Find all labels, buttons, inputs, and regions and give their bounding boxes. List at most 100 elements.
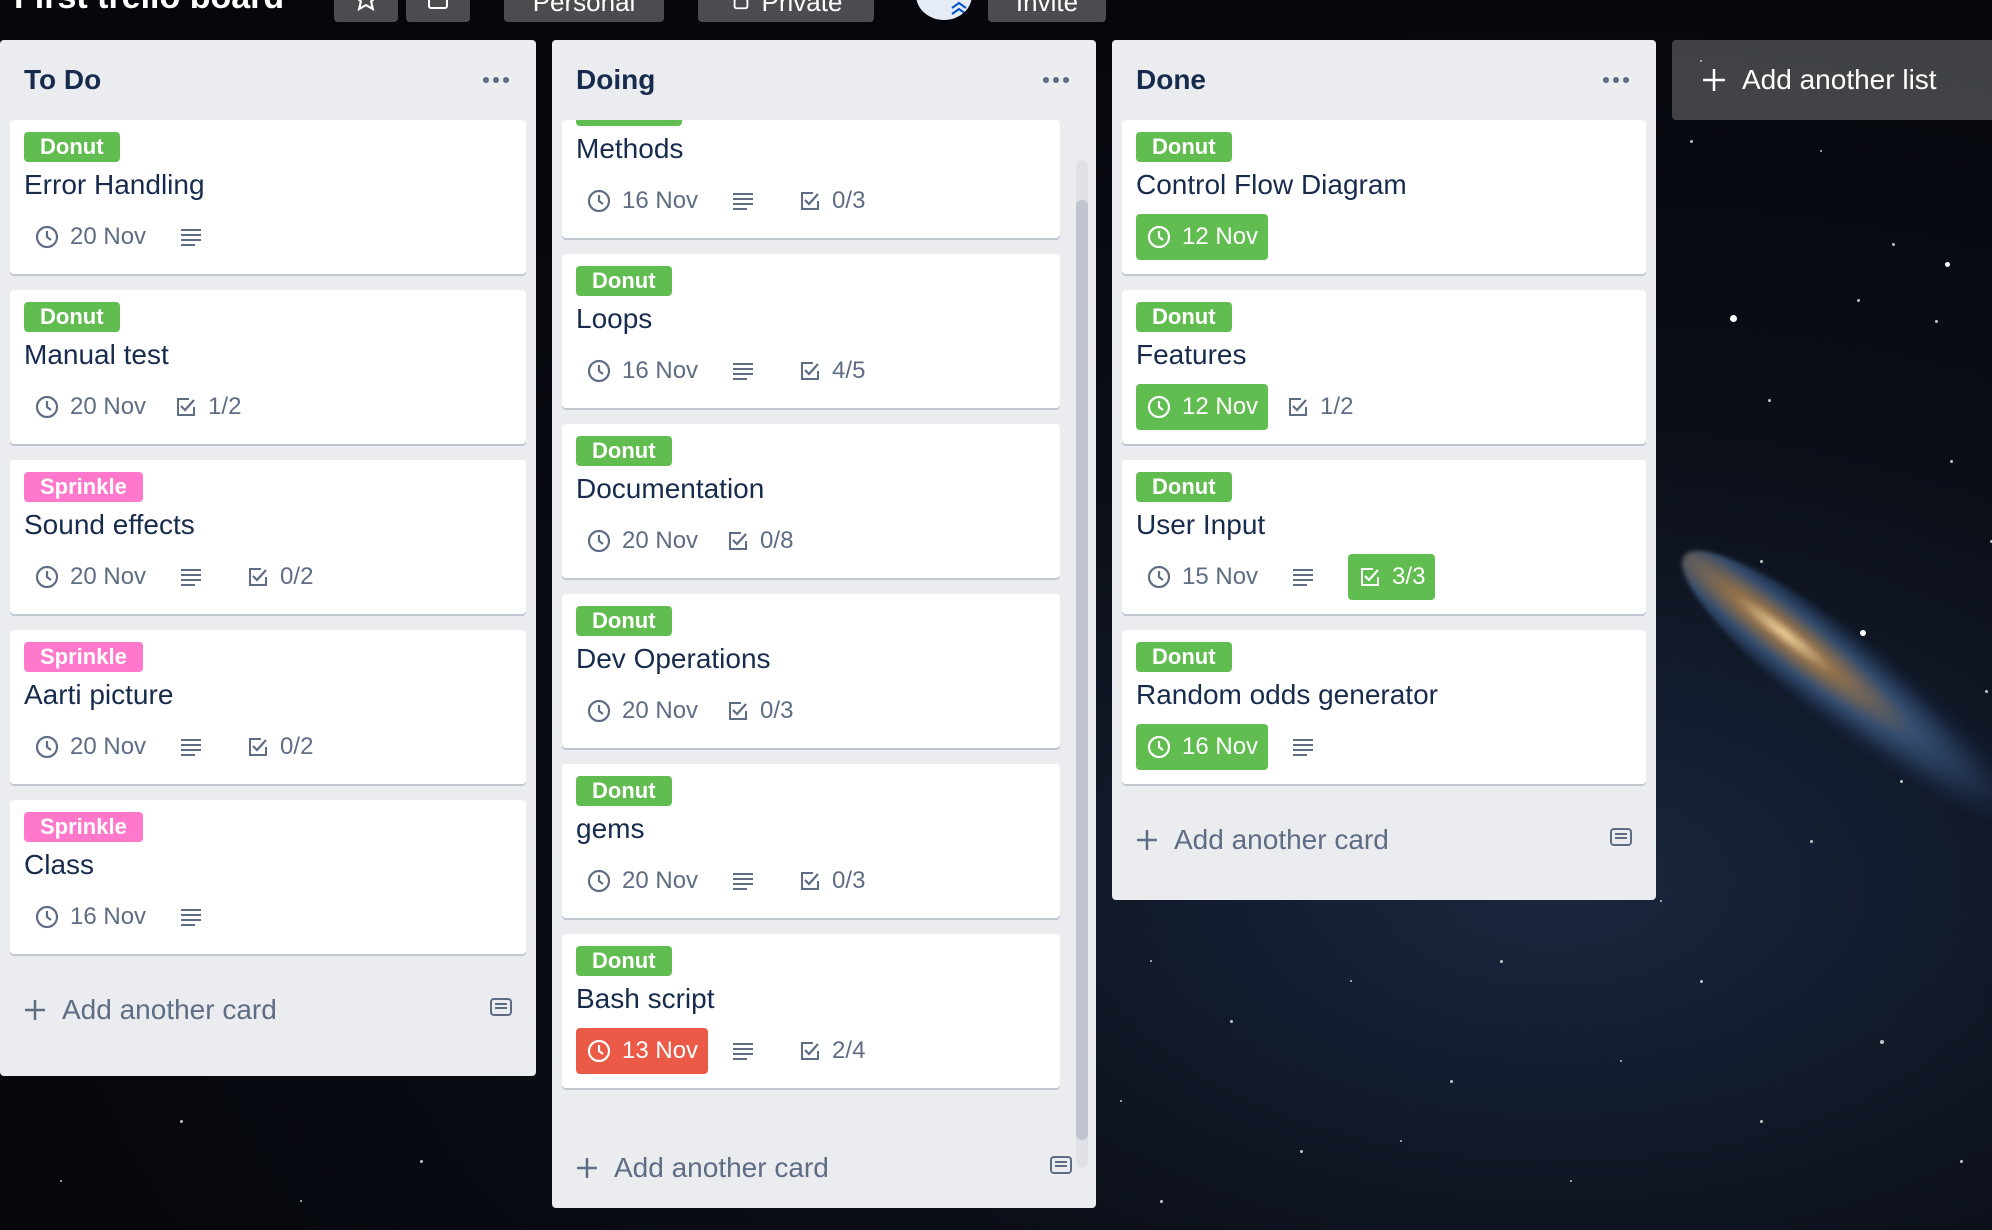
card-badges: 16 Nov 4/5 (576, 348, 1046, 394)
due-date-badge[interactable]: 15 Nov (1136, 554, 1268, 600)
due-date-text: 13 Nov (622, 1037, 699, 1064)
member-avatar[interactable] (916, 0, 972, 20)
card[interactable]: Donut Random odds generator 16 Nov (1122, 630, 1646, 784)
list-scrollbar[interactable] (1076, 160, 1088, 1168)
list-menu-button[interactable] (480, 64, 512, 96)
more-icon (483, 77, 509, 83)
card[interactable]: Donut Documentation 20 Nov 0/8 (562, 424, 1060, 578)
card-badges: 20 Nov (24, 214, 512, 260)
star (1150, 960, 1152, 962)
star (1768, 399, 1771, 402)
card[interactable]: Donut Bash script 13 Nov 2/4 (562, 934, 1060, 1088)
card[interactable]: Donut Control Flow Diagram 12 Nov (1122, 120, 1646, 274)
clock-icon (586, 698, 622, 724)
description-badge (1276, 724, 1340, 770)
card[interactable]: Donut Loops 16 Nov 4/5 (562, 254, 1060, 408)
star (1945, 262, 1950, 267)
add-card-label: Add another card (62, 994, 277, 1025)
board-title[interactable]: First trello board (14, 0, 284, 17)
description-badge (164, 554, 228, 600)
card[interactable]: Methods 16 Nov 0/3 (562, 120, 1060, 238)
due-date-badge[interactable]: 16 Nov (24, 894, 156, 940)
due-date-text: 16 Nov (1182, 733, 1259, 760)
invite-label: Invite (1015, 0, 1079, 17)
checklist-badge: 0/3 (716, 688, 803, 734)
checklist-badge: 1/2 (1276, 384, 1363, 430)
star (1690, 140, 1693, 143)
add-card-button[interactable]: Add another card (0, 970, 536, 1050)
due-date-badge[interactable]: 20 Nov (24, 554, 156, 600)
due-date-badge[interactable]: 20 Nov (576, 858, 708, 904)
scrollbar-thumb[interactable] (1076, 200, 1088, 1140)
card[interactable]: Donut Features 12 Nov 1/2 (1122, 290, 1646, 444)
card-title: Bash script (576, 983, 715, 1014)
due-date-badge[interactable]: 20 Nov (24, 214, 156, 260)
star (1700, 980, 1703, 983)
card-title: Sound effects (24, 509, 195, 540)
due-date-badge[interactable]: 20 Nov (576, 518, 708, 564)
clock-icon (1146, 224, 1182, 250)
privacy-button[interactable]: Private (698, 0, 874, 22)
list-menu-button[interactable] (1600, 64, 1632, 96)
card[interactable]: Donut User Input 15 Nov 3/3 (1122, 460, 1646, 614)
due-date-badge[interactable]: 13 Nov (576, 1028, 709, 1074)
clock-icon (586, 528, 622, 554)
checklist-icon (726, 529, 760, 553)
card-label: Donut (24, 302, 120, 332)
list-header: To Do (0, 40, 536, 120)
card[interactable]: Donut Dev Operations 20 Nov 0/3 (562, 594, 1060, 748)
checklist-icon (798, 869, 832, 893)
star (1570, 1180, 1572, 1182)
checklist-icon (798, 189, 832, 213)
add-card-button[interactable]: Add another card (1112, 800, 1656, 880)
card[interactable]: Donut Error Handling 20 Nov (10, 120, 526, 274)
board-menu-button[interactable] (406, 0, 470, 22)
card-label: Sprinkle (24, 472, 143, 502)
add-card-button[interactable]: Add another card (552, 1128, 1096, 1208)
card-label-cropped (576, 120, 682, 126)
list-title[interactable]: Done (1136, 64, 1206, 96)
clock-icon (34, 224, 70, 250)
card-title: User Input (1136, 509, 1266, 540)
board-icon (426, 0, 450, 18)
due-date-badge[interactable]: 20 Nov (24, 724, 156, 770)
checklist-count: 0/3 (760, 697, 794, 724)
due-date-badge[interactable]: 12 Nov (1136, 214, 1269, 260)
list-title[interactable]: Doing (576, 64, 655, 96)
card-list: Methods 16 Nov 0/3 Donut Loops 16 Nov 4/5 Donut… (552, 120, 1096, 1128)
card-badges: 12 Nov 1/2 (1136, 384, 1632, 430)
star (1900, 780, 1903, 783)
clock-icon (586, 358, 622, 384)
card-title: Error Handling (24, 169, 205, 200)
card-template-icon[interactable] (488, 994, 514, 1027)
due-date-text: 20 Nov (70, 393, 147, 420)
card-title: Documentation (576, 473, 765, 504)
add-list-button[interactable]: Add another list (1672, 40, 1992, 120)
workspace-visibility-button[interactable]: Personal (504, 0, 664, 22)
due-date-badge[interactable]: 16 Nov (1136, 724, 1269, 770)
star (1820, 150, 1822, 152)
list-menu-button[interactable] (1040, 64, 1072, 96)
plus-icon (1137, 830, 1157, 850)
due-date-badge[interactable]: 16 Nov (576, 348, 708, 394)
card[interactable]: Sprinkle Sound effects 20 Nov 0/2 (10, 460, 526, 614)
clock-icon (34, 564, 70, 590)
due-date-badge[interactable]: 20 Nov (24, 384, 156, 430)
card[interactable]: Donut gems 20 Nov 0/3 (562, 764, 1060, 918)
card-template-icon[interactable] (1048, 1152, 1074, 1185)
invite-button[interactable]: Invite (988, 0, 1106, 22)
card[interactable]: Donut Manual test 20 Nov 1/2 (10, 290, 526, 444)
checklist-badge: 4/5 (788, 348, 875, 394)
description-icon (178, 224, 214, 250)
checklist-icon (1358, 565, 1392, 589)
due-date-badge[interactable]: 16 Nov (576, 178, 708, 224)
card[interactable]: Sprinkle Class 16 Nov (10, 800, 526, 954)
card-template-icon[interactable] (1608, 824, 1634, 857)
checklist-count: 0/8 (760, 527, 794, 554)
list-title[interactable]: To Do (24, 64, 101, 96)
card-label: Donut (24, 132, 120, 162)
card[interactable]: Sprinkle Aarti picture 20 Nov 0/2 (10, 630, 526, 784)
due-date-badge[interactable]: 20 Nov (576, 688, 708, 734)
star-board-button[interactable] (334, 0, 398, 22)
due-date-badge[interactable]: 12 Nov (1136, 384, 1269, 430)
